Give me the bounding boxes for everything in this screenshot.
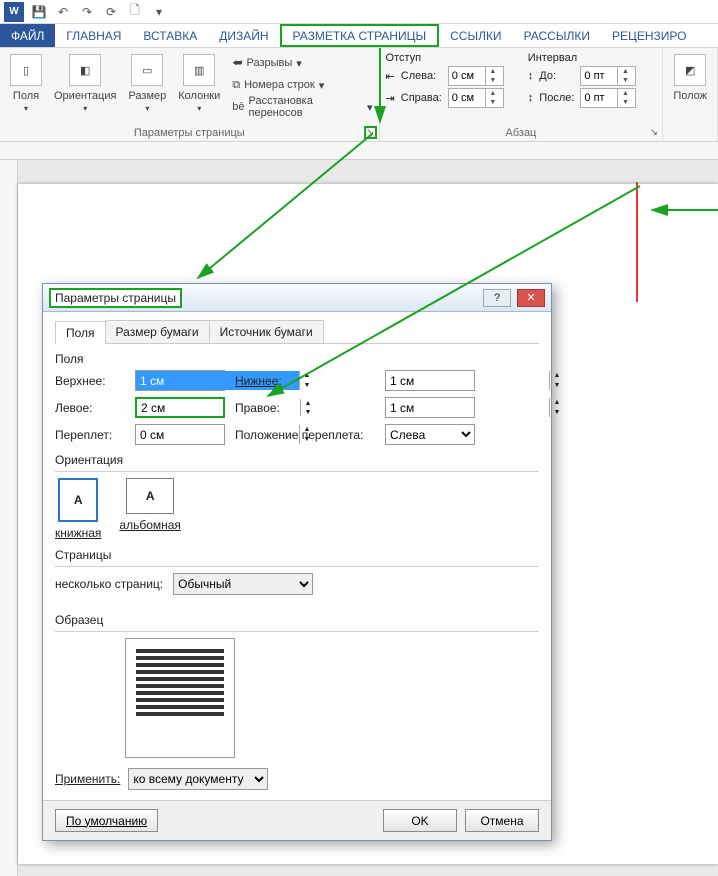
orientation-frame-title: Ориентация xyxy=(55,453,539,467)
margins-frame-title: Поля xyxy=(55,352,539,366)
undo-icon[interactable]: ↶ xyxy=(54,3,72,21)
preview-thumbnail xyxy=(125,638,235,758)
indent-left-field[interactable]: ▲▼ xyxy=(448,66,504,86)
orientation-button[interactable]: ◧Ориентация▾ xyxy=(50,52,120,118)
word-app-icon: W xyxy=(4,2,24,22)
bottom-margin-label: Нижнее: xyxy=(235,374,375,388)
spacing-before-field[interactable]: ▲▼ xyxy=(580,66,636,86)
indent-right-icon: ⇥ xyxy=(386,92,395,105)
bottom-margin-field[interactable]: ▲▼ xyxy=(385,370,475,391)
dialog-tab-source[interactable]: Источник бумаги xyxy=(209,320,324,343)
tab-insert[interactable]: ВСТАВКА xyxy=(132,24,208,47)
ruler-vertical[interactable] xyxy=(0,160,18,876)
indent-title: Отступ xyxy=(386,52,508,64)
gutter-pos-label: Положение переплета: xyxy=(235,428,375,442)
top-margin-field[interactable]: ▲▼ xyxy=(135,370,225,391)
gutter-field[interactable]: ▲▼ xyxy=(135,424,225,445)
indent-right-label: Справа: xyxy=(401,92,442,104)
close-button[interactable]: ✕ xyxy=(517,289,545,307)
page-setup-dialog: Параметры страницы ? ✕ Поля Размер бумаг… xyxy=(42,283,552,841)
help-button[interactable]: ? xyxy=(483,289,511,307)
spacing-title: Интервал xyxy=(528,52,641,64)
gutter-label: Переплет: xyxy=(55,428,125,442)
tab-mailings[interactable]: РАССЫЛКИ xyxy=(513,24,601,47)
breaks-button[interactable]: ⮨ Разрывы ▾ xyxy=(232,52,372,74)
page-setup-group-label: Параметры страницы xyxy=(0,127,379,139)
gutter-pos-select[interactable]: Слева xyxy=(385,424,475,445)
dialog-tab-margins[interactable]: Поля xyxy=(55,321,106,344)
tab-file[interactable]: ФАЙЛ xyxy=(0,24,55,47)
save-icon[interactable]: 💾 xyxy=(30,3,48,21)
qat-customize-icon[interactable]: ▾ xyxy=(150,3,168,21)
margins-label: Поля xyxy=(13,90,39,102)
indent-left-icon: ⇤ xyxy=(386,70,395,83)
ribbon-tabs: ФАЙЛ ГЛАВНАЯ ВСТАВКА ДИЗАЙН РАЗМЕТКА СТР… xyxy=(0,24,718,48)
multi-pages-select[interactable]: Обычный xyxy=(173,573,313,595)
margins-button[interactable]: ▯Поля▾ xyxy=(6,52,46,118)
spacing-after-icon: ↕ xyxy=(528,92,534,104)
multi-pages-label: несколько страниц: xyxy=(55,577,163,591)
spacing-before-label: До: xyxy=(539,70,574,82)
indent-left-label: Слева: xyxy=(401,70,442,82)
size-label: Размер xyxy=(128,90,166,102)
new-doc-icon[interactable]: 🗋 xyxy=(126,3,144,21)
columns-label: Колонки xyxy=(178,90,220,102)
ok-button[interactable]: OK xyxy=(383,809,457,832)
orientation-landscape[interactable]: A альбомная xyxy=(119,478,181,540)
cancel-button[interactable]: Отмена xyxy=(465,809,539,832)
orientation-label: Ориентация xyxy=(54,90,116,102)
right-margin-field[interactable]: ▲▼ xyxy=(385,397,475,418)
spacing-before-icon: ↕ xyxy=(528,70,534,82)
position-button[interactable]: ◩Полож xyxy=(669,52,711,104)
margin-indicator xyxy=(636,182,638,302)
tab-review[interactable]: РЕЦЕНЗИРО xyxy=(601,24,698,47)
refresh-icon[interactable]: ⟳ xyxy=(102,3,120,21)
apply-to-select[interactable]: ко всему документу xyxy=(128,768,268,790)
top-margin-label: Верхнее: xyxy=(55,374,125,388)
dialog-title: Параметры страницы xyxy=(49,288,182,308)
tab-home[interactable]: ГЛАВНАЯ xyxy=(55,24,132,47)
page-setup-launcher[interactable]: ↘ xyxy=(364,126,377,139)
preview-frame-title: Образец xyxy=(55,613,539,627)
line-numbers-button[interactable]: ⧉ Номера строк ▾ xyxy=(232,74,372,96)
size-button[interactable]: ▭Размер▾ xyxy=(124,52,170,118)
default-button[interactable]: По умолчанию xyxy=(55,809,158,832)
spacing-after-label: После: xyxy=(539,92,574,104)
ribbon: ▯Поля▾ ◧Ориентация▾ ▭Размер▾ ▥Колонки▾ ⮨… xyxy=(0,48,718,142)
pages-frame-title: Страницы xyxy=(55,548,539,562)
right-margin-label: Правое: xyxy=(235,401,375,415)
paragraph-launcher[interactable]: ↘ xyxy=(647,126,660,139)
dialog-tab-paper[interactable]: Размер бумаги xyxy=(105,320,210,343)
columns-button[interactable]: ▥Колонки▾ xyxy=(174,52,224,118)
tab-design[interactable]: ДИЗАЙН xyxy=(208,24,279,47)
paragraph-group-label: Абзац xyxy=(380,127,663,139)
redo-icon[interactable]: ↷ xyxy=(78,3,96,21)
left-margin-label: Левое: xyxy=(55,401,125,415)
orientation-portrait[interactable]: A книжная xyxy=(55,478,101,540)
tab-references[interactable]: ССЫЛКИ xyxy=(439,24,512,47)
tab-page-layout[interactable]: РАЗМЕТКА СТРАНИЦЫ xyxy=(280,24,440,47)
apply-to-label: Применить: xyxy=(55,772,120,786)
left-margin-field[interactable]: ▲▼ xyxy=(135,397,225,418)
spacing-after-field[interactable]: ▲▼ xyxy=(580,88,636,108)
hyphenation-button[interactable]: bē Расстановка переносов ▾ xyxy=(232,96,372,118)
indent-right-field[interactable]: ▲▼ xyxy=(448,88,504,108)
ruler-horizontal[interactable] xyxy=(0,142,718,160)
